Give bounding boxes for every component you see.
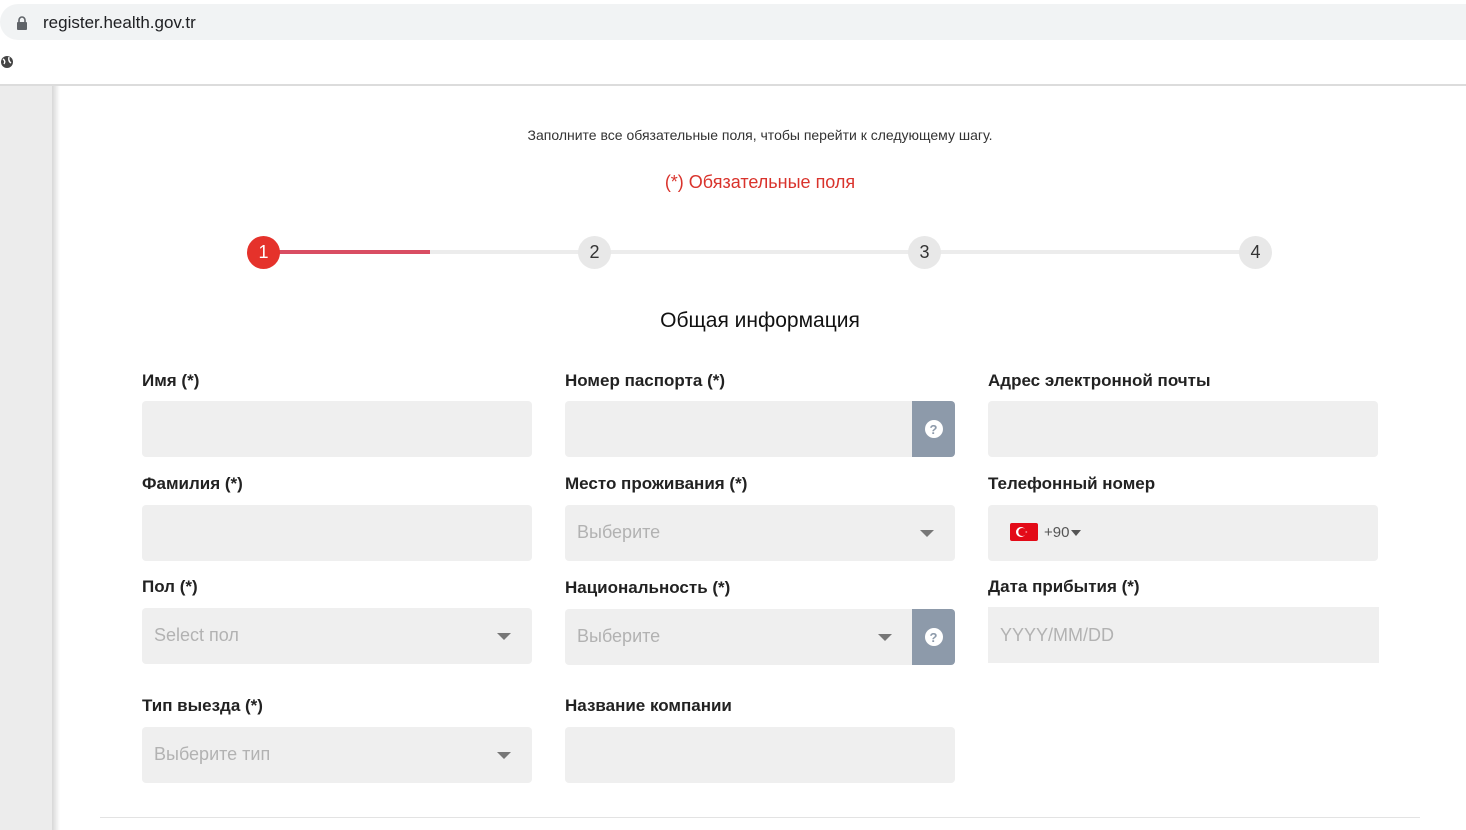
step-4[interactable]: 4 [1239, 236, 1272, 269]
nationality-placeholder: Выберите [577, 626, 661, 646]
passport-input[interactable] [565, 401, 913, 457]
last-name-input[interactable] [142, 505, 532, 561]
chevron-down-icon[interactable] [1071, 530, 1081, 536]
last-name-field[interactable] [142, 505, 532, 561]
passport-field[interactable] [565, 401, 913, 457]
arrival-date-input[interactable] [988, 607, 1379, 663]
exit-type-placeholder: Выберите тип [154, 744, 271, 764]
last-name-label: Фамилия (*) [142, 474, 243, 493]
lock-icon [17, 16, 27, 30]
turkey-flag-icon[interactable] [1010, 523, 1038, 541]
phone-field[interactable]: +90 [988, 505, 1378, 561]
gender-label: Пол (*) [142, 577, 198, 596]
company-label: Название компании [565, 696, 732, 715]
step-1[interactable]: 1 [247, 236, 280, 269]
chevron-down-icon [497, 752, 511, 759]
page-left-gutter [0, 86, 56, 830]
first-name-field[interactable] [142, 401, 532, 457]
form-bottom-divider [100, 817, 1420, 818]
arrival-date-label: Дата прибытия (*) [988, 577, 1140, 596]
nationality-label: Национальность (*) [565, 578, 731, 597]
exit-type-select[interactable]: Выберите тип [142, 727, 532, 783]
exit-type-label: Тип выезда (*) [142, 696, 263, 715]
page-left-shadow [52, 86, 60, 830]
question-circle-icon: ? [924, 628, 943, 646]
first-name-label: Имя (*) [142, 371, 200, 390]
phone-label: Телефонный номер [988, 474, 1156, 493]
email-input[interactable] [988, 401, 1378, 457]
intro-text: Заполните все обязательные поля, чтобы п… [527, 127, 993, 143]
residence-placeholder: Выберите [577, 522, 661, 542]
chevron-down-icon [920, 530, 934, 537]
gender-select[interactable]: Select пол [142, 608, 532, 664]
url-text: register.health.gov.tr [43, 13, 196, 32]
stepper-progress [263, 250, 430, 254]
required-fields-note: (*) Обязательные поля [664, 172, 856, 192]
chevron-down-icon [497, 633, 511, 640]
question-circle-icon: ? [924, 420, 943, 438]
first-name-input[interactable] [142, 401, 532, 457]
company-field[interactable] [565, 727, 955, 783]
residence-select[interactable]: Выберите [565, 505, 955, 561]
gender-placeholder: Select пол [154, 625, 239, 645]
dial-code[interactable]: +90 [1044, 524, 1069, 541]
section-title: Общая информация [660, 309, 860, 332]
nationality-select[interactable]: Выберите [565, 609, 913, 665]
step-2[interactable]: 2 [578, 236, 611, 269]
address-bar[interactable]: register.health.gov.tr [0, 4, 1466, 40]
passport-label: Номер паспорта (*) [565, 371, 726, 390]
globe-icon[interactable] [0, 54, 14, 70]
passport-help-button[interactable]: ? [912, 401, 955, 457]
step-3[interactable]: 3 [908, 236, 941, 269]
residence-label: Место проживания (*) [565, 474, 748, 493]
browser-divider [0, 84, 1466, 86]
email-field[interactable] [988, 401, 1378, 457]
nationality-help-button[interactable]: ? [912, 609, 955, 665]
email-label: Адрес электронной почты [988, 371, 1211, 390]
company-input[interactable] [565, 727, 955, 783]
arrival-date-field[interactable] [988, 607, 1379, 663]
chevron-down-icon [878, 634, 892, 641]
